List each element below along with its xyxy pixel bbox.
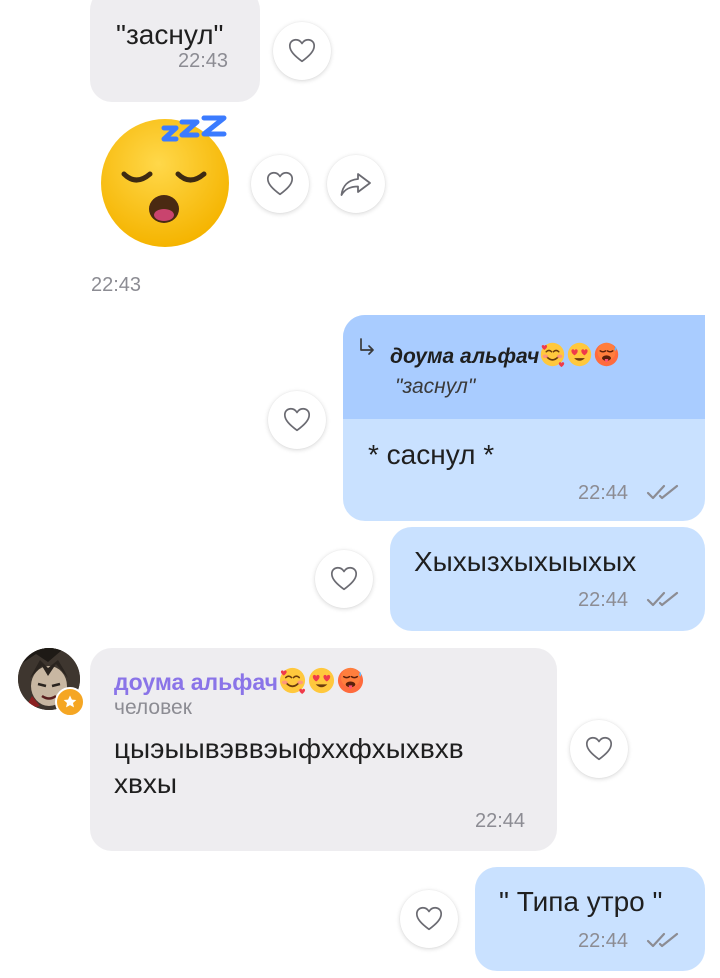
smiling-face-with-hearts-icon [539,341,566,368]
message-text: Хыхызхыхыыхых [414,546,637,577]
message-text: "заснул" [116,19,224,50]
heart-icon [329,564,359,594]
heart-icon [584,734,614,764]
sleeping-face-icon [101,115,229,247]
message-text: * саснул * [368,439,495,470]
like-button[interactable] [315,550,373,608]
share-arrow-icon [340,173,371,196]
heart-eyes-icon [566,341,593,368]
quote-text: "заснул" [395,375,476,398]
message-time: 22:43 [178,50,229,72]
message-time: 22:43 [91,274,142,296]
message-text-line: цыэыывэввэыфххфхыхвхв [114,733,464,764]
message-time: 22:44 [578,482,629,504]
smiling-face-with-hearts-icon [278,666,307,695]
message-time: 22:44 [475,810,526,832]
heart-icon [414,904,444,934]
double-check-icon [646,931,680,951]
message-text-line: хвхы [114,768,177,799]
heart-icon [287,36,317,66]
heart-eyes-icon [307,666,336,695]
message-text: " Типа утро " [499,886,663,917]
sender-role: человек [114,696,192,719]
like-button[interactable] [400,890,458,948]
message-bubble-outgoing[interactable]: Хыхызхыхыыхых 22:44 [390,527,705,631]
message-bubble-incoming[interactable]: доума альфач человек цыэыывэввэыфххфхыхв… [90,648,557,851]
share-button[interactable] [327,155,385,213]
sender-name[interactable]: доума альфач [114,666,365,696]
sleeping-face-emoji[interactable] [96,114,236,248]
like-button[interactable] [268,391,326,449]
double-check-icon [646,483,680,503]
like-button[interactable] [251,155,309,213]
like-button[interactable] [570,720,628,778]
reply-quote[interactable]: доума альфач "заснул" [343,315,705,419]
message-bubble-outgoing[interactable]: " Типа утро " 22:44 [475,867,705,971]
message-bubble-incoming[interactable]: "заснул" 22:43 [90,0,260,102]
heart-icon [265,169,295,199]
reply-arrow-icon [360,338,374,355]
double-check-icon [646,590,680,610]
star-badge-icon [55,687,85,717]
message-bubble-outgoing[interactable]: доума альфач "заснул" * саснул * 22:44 [343,315,705,521]
message-time: 22:44 [578,930,629,952]
hot-face-icon [336,666,365,695]
heart-icon [282,405,312,435]
message-time: 22:44 [578,589,629,611]
like-button[interactable] [273,22,331,80]
quote-author: доума альфач [390,341,620,369]
hot-face-icon [593,341,620,368]
